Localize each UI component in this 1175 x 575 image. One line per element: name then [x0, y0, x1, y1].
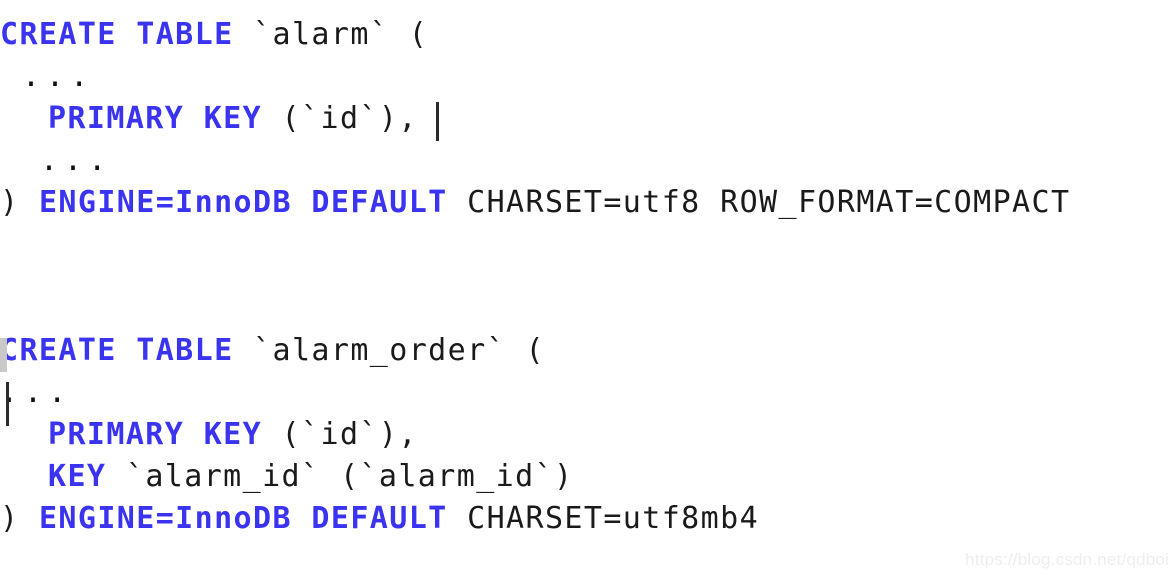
code-line[interactable]: PRIMARY KEY (`id`), [0, 98, 1175, 140]
code-token-ident: `alarm_id` [359, 459, 555, 494]
code-line[interactable]: PRIMARY KEY (`id`), [0, 414, 1175, 456]
code-token-kw: CREATE TABLE [0, 17, 234, 52]
text-caret-primary-key[interactable] [436, 102, 439, 141]
code-token-punc: ( [408, 17, 429, 52]
code-token-ident: CHARSET=utf8mb4 [467, 501, 760, 536]
code-screenshot: CREATE TABLE `alarm` (... PRIMARY KEY (`i… [0, 0, 1175, 575]
code-token-ident: `alarm` [253, 17, 390, 52]
code-token-dots: ... [0, 375, 73, 410]
code-token-ident: CHARSET=utf8 ROW_FORMAT=COMPACT [467, 185, 1071, 220]
code-line[interactable]: CREATE TABLE `alarm` ( [0, 14, 1175, 56]
code-token-ident: `id` [301, 417, 379, 452]
code-token-dots: ... [22, 59, 95, 94]
code-token-punc: ) [554, 459, 574, 494]
code-token-ident: `id` [301, 101, 379, 136]
code-line[interactable]: ... [0, 140, 1175, 182]
code-token-kw: CREATE TABLE [0, 333, 234, 368]
code-line[interactable]: ... [0, 372, 1175, 414]
code-token-kw: ENGINE=InnoDB DEFAULT [38, 501, 448, 536]
code-token-kw: PRIMARY KEY [48, 417, 263, 452]
code-token-dots: ... [40, 143, 113, 178]
code-token-ident: `alarm_id` [125, 459, 321, 494]
code-line[interactable]: ... [0, 56, 1175, 98]
code-token-punc: ), [378, 417, 418, 452]
code-token-punc: ( [339, 459, 360, 494]
code-token-punc: ( [525, 333, 545, 368]
code-token-kw: KEY [48, 459, 107, 494]
code-token-punc: ) [0, 185, 20, 220]
code-token-punc: ( [281, 101, 302, 136]
code-token-punc: ( [281, 417, 302, 452]
watermark-url: https://blog.csdn.net/qdboi [965, 550, 1169, 569]
code-token-punc: ) [0, 501, 20, 536]
code-token-ident: `alarm_order` [253, 333, 507, 368]
code-line[interactable]: CREATE TABLE `alarm_order` ( [0, 330, 1175, 372]
code-line[interactable]: KEY `alarm_id` (`alarm_id`) [0, 456, 1175, 498]
text-caret-alarm-order[interactable] [6, 382, 9, 426]
sql-block-create-table-alarm: CREATE TABLE `alarm` (... PRIMARY KEY (`i… [0, 14, 1175, 224]
code-line[interactable]: ) ENGINE=InnoDB DEFAULT CHARSET=utf8 ROW… [0, 182, 1175, 224]
code-token-kw: PRIMARY KEY [48, 101, 263, 136]
code-line[interactable]: ) ENGINE=InnoDB DEFAULT CHARSET=utf8mb4 [0, 498, 1175, 540]
selection-nub [0, 338, 7, 372]
sql-block-create-table-alarm-order: CREATE TABLE `alarm_order` (... PRIMARY K… [0, 330, 1175, 540]
code-token-punc: ), [378, 101, 418, 136]
code-token-kw: ENGINE=InnoDB DEFAULT [38, 185, 448, 220]
